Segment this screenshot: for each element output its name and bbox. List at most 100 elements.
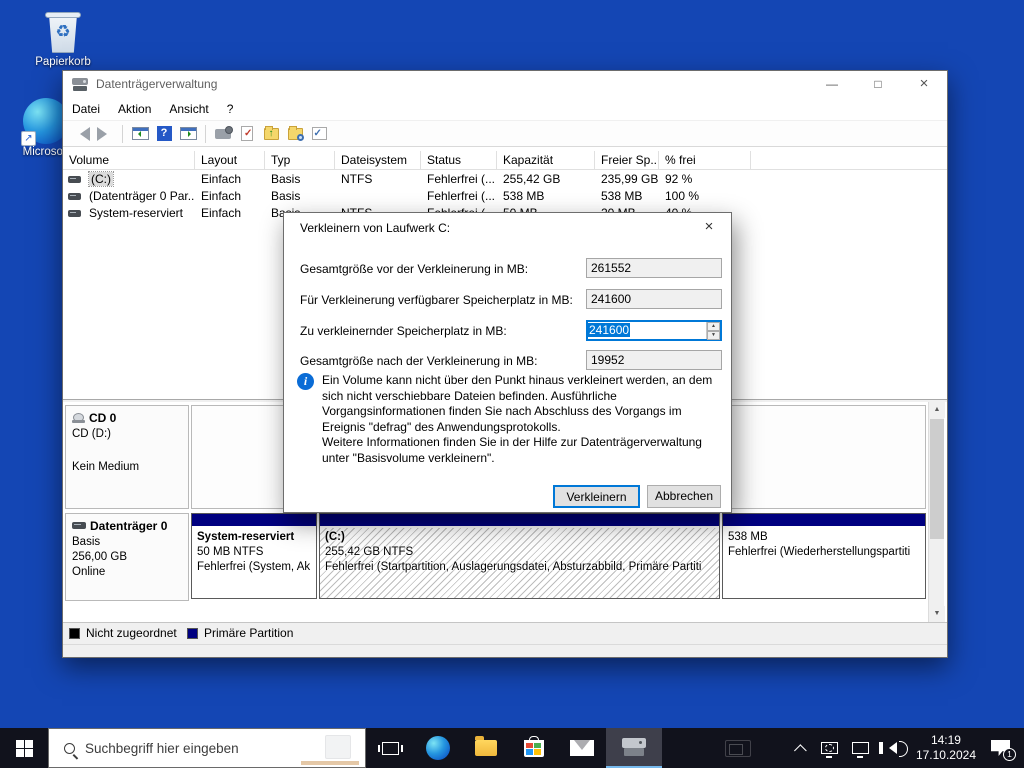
window-bottom-strip xyxy=(63,644,947,657)
partition-c[interactable]: (C:) 255,42 GB NTFS Fehlerfrei (Startpar… xyxy=(319,513,720,599)
dialog-title: Verkleinern von Laufwerk C: xyxy=(300,221,451,235)
edge-taskbar-button[interactable] xyxy=(414,728,462,768)
help-icon[interactable]: ? xyxy=(154,125,174,143)
legend-label-primary: Primäre Partition xyxy=(204,626,294,640)
spin-down-icon[interactable]: ▼ xyxy=(707,331,720,340)
action-center-icon[interactable]: 1 xyxy=(991,740,1016,761)
legend-label-unallocated: Nicht zugeordnet xyxy=(86,626,177,640)
hidden-icons-chevron[interactable] xyxy=(793,743,807,757)
rescan-disks-icon[interactable] xyxy=(213,125,233,143)
field-total-after: 19952 xyxy=(586,350,722,370)
search-placeholder: Suchbegriff hier eingeben xyxy=(85,740,239,756)
recycle-bin-label: Papierkorb xyxy=(35,56,91,68)
col-typ[interactable]: Typ xyxy=(265,151,335,170)
table-row[interactable]: (C:) Einfach Basis NTFS Fehlerfrei (... … xyxy=(63,171,947,188)
mail-icon xyxy=(570,740,594,756)
scroll-up-arrow[interactable]: ▲ xyxy=(929,402,945,418)
col-layout[interactable]: Layout xyxy=(195,151,265,170)
minimize-button[interactable]: — xyxy=(809,71,855,97)
table-row[interactable]: (Datenträger 0 Par... Einfach Basis Fehl… xyxy=(63,188,947,205)
cancel-button[interactable]: Abbrechen xyxy=(647,485,721,508)
taskbar-clock[interactable]: 14:19 17.10.2024 xyxy=(916,733,976,763)
partition-color-strip xyxy=(723,514,925,527)
disk-management-icon xyxy=(622,738,646,756)
scroll-down-arrow[interactable]: ▼ xyxy=(929,606,945,622)
file-explorer-icon xyxy=(475,736,497,756)
news-flyout-icon[interactable] xyxy=(724,739,751,757)
explore-icon[interactable] xyxy=(285,125,305,143)
app-icon xyxy=(72,77,88,91)
store-button[interactable] xyxy=(510,728,558,768)
task-list-icon[interactable]: ✓ xyxy=(309,125,329,143)
legend-swatch-primary xyxy=(187,628,198,639)
back-icon[interactable] xyxy=(71,125,91,143)
disk0-region: System-reserviert 50 MB NTFS Fehlerfrei … xyxy=(191,513,926,601)
col-kapazitaet[interactable]: Kapazität xyxy=(497,151,595,170)
spinner-buttons: ▲ ▼ xyxy=(706,322,720,340)
shortcut-arrow-icon: ↗ xyxy=(21,131,36,146)
task-view-button[interactable] xyxy=(366,728,414,768)
forward-icon[interactable] xyxy=(95,125,115,143)
partition-color-strip xyxy=(320,514,719,527)
mail-button[interactable] xyxy=(558,728,606,768)
desktop-icon-recycle-bin[interactable]: ♻ Papierkorb xyxy=(19,8,107,68)
volume-icon[interactable] xyxy=(878,741,908,757)
partition-color-strip xyxy=(192,514,316,527)
network-icon[interactable] xyxy=(851,742,869,758)
dialog-info-text: Ein Volume kann nicht über den Punkt hin… xyxy=(322,373,713,434)
disk0-label-cell[interactable]: Datenträger 0 Basis 256,00 GB Online xyxy=(65,513,189,601)
col-status[interactable]: Status xyxy=(421,151,497,170)
partition-system-reserved[interactable]: System-reserviert 50 MB NTFS Fehlerfrei … xyxy=(191,513,317,599)
menu-datei[interactable]: Datei xyxy=(63,97,109,121)
volume-icon xyxy=(68,210,81,217)
field-available: 241600 xyxy=(586,289,722,309)
shrink-amount-input[interactable]: 241600 xyxy=(588,322,706,339)
notification-badge: 1 xyxy=(1003,748,1016,761)
close-button[interactable]: × xyxy=(901,71,947,97)
table-header: Volume Layout Typ Dateisystem Status Kap… xyxy=(63,151,947,170)
shrink-dialog: Verkleinern von Laufwerk C: × Gesamtgröß… xyxy=(283,212,732,513)
recycle-symbol: ♻ xyxy=(55,22,71,41)
col-prozent-frei[interactable]: % frei xyxy=(659,151,751,170)
col-volume[interactable]: Volume xyxy=(63,151,195,170)
connect-display-icon[interactable] xyxy=(820,742,838,758)
desktop: ♻ Papierkorb ↗ Microsoft Datenträgerverw… xyxy=(0,0,1024,768)
cd-drive-label-cell[interactable]: CD 0 CD (D:) Kein Medium xyxy=(65,405,189,509)
task-view-icon xyxy=(377,741,403,755)
shrink-amount-spinner[interactable]: 241600 ▲ ▼ xyxy=(586,320,722,341)
toolbar-separator xyxy=(122,124,123,143)
taskbar: Suchbegriff hier eingeben 14:19 17.10.20… xyxy=(0,728,1024,768)
legend-bar: Nicht zugeordnet Primäre Partition xyxy=(63,622,947,644)
menu-ansicht[interactable]: Ansicht xyxy=(160,97,217,121)
title-bar[interactable]: Datenträgerverwaltung — □ × xyxy=(63,71,947,97)
partition-recovery[interactable]: 538 MB Fehlerfrei (Wiederherstellungspar… xyxy=(722,513,926,599)
file-explorer-button[interactable] xyxy=(462,728,510,768)
taskbar-search[interactable]: Suchbegriff hier eingeben xyxy=(48,728,366,768)
dialog-close-icon[interactable]: × xyxy=(699,218,719,235)
action-pane-icon[interactable] xyxy=(178,125,198,143)
dialog-title-bar[interactable]: Verkleinern von Laufwerk C: × xyxy=(284,213,731,243)
col-freier-sp[interactable]: Freier Sp... xyxy=(595,151,659,170)
extend-volume-icon[interactable]: ↑ xyxy=(261,125,281,143)
clock-date: 17.10.2024 xyxy=(915,748,976,762)
field-total-before: 261552 xyxy=(586,258,722,278)
menu-aktion[interactable]: Aktion xyxy=(109,97,160,121)
store-icon xyxy=(524,735,544,757)
edge-icon xyxy=(426,736,450,760)
maximize-button[interactable]: □ xyxy=(855,71,901,97)
console-tree-icon[interactable] xyxy=(130,125,150,143)
search-highlights-graphic xyxy=(297,733,359,765)
properties-icon[interactable]: ✓ xyxy=(237,125,257,143)
search-icon xyxy=(64,742,75,754)
scrollbar-thumb[interactable] xyxy=(930,419,944,539)
menu-help[interactable]: ? xyxy=(218,97,243,121)
dialog-help-text: Weitere Informationen finden Sie in der … xyxy=(322,435,702,465)
toolbar-separator xyxy=(205,124,206,143)
col-dateisystem[interactable]: Dateisystem xyxy=(335,151,421,170)
spin-up-icon[interactable]: ▲ xyxy=(707,322,720,331)
disk-management-taskbar-button[interactable] xyxy=(606,728,662,768)
start-button[interactable] xyxy=(0,728,48,768)
info-icon: i xyxy=(297,373,314,390)
vertical-scrollbar[interactable]: ▲ ▼ xyxy=(928,402,945,622)
shrink-button[interactable]: Verkleinern xyxy=(553,485,640,508)
